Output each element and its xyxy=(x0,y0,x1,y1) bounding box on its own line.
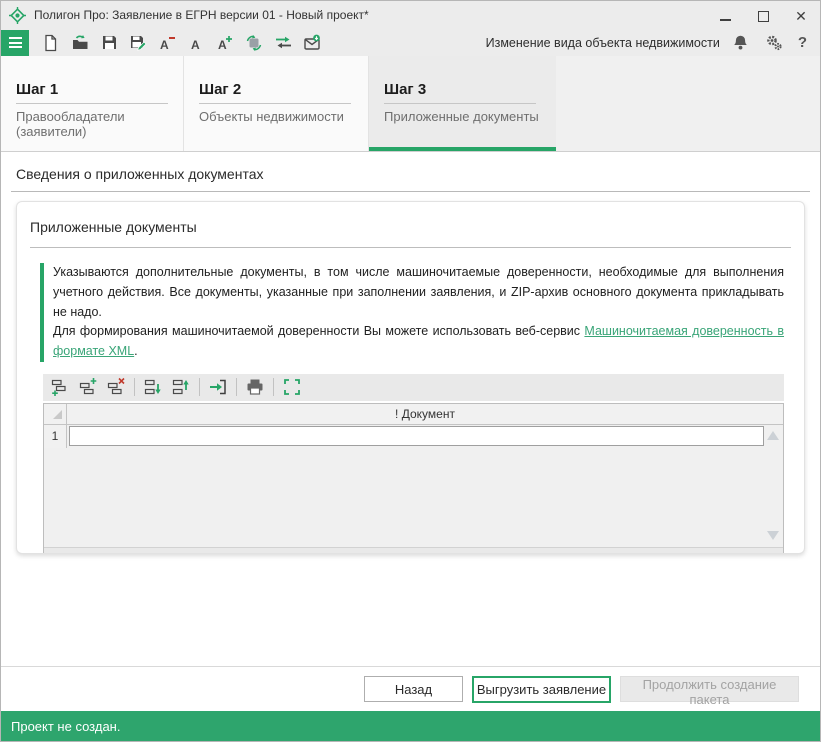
print-icon xyxy=(247,379,263,395)
info-paragraph-2: Для формирования машиночитаемой доверенн… xyxy=(53,324,785,358)
toolbar-separator xyxy=(273,378,274,397)
save-icon xyxy=(102,36,116,49)
wizard-tabs: Шаг 1 Правообладатели (заявители) Шаг 2 … xyxy=(1,56,820,152)
section-title: Сведения о приложенных документах xyxy=(16,166,264,182)
font-reset-icon: A xyxy=(191,38,200,52)
document-input[interactable] xyxy=(69,425,764,446)
documents-table: ! Документ 1 xyxy=(43,402,784,553)
tab-step-2[interactable]: Шаг 2 Объекты недвижимости xyxy=(184,56,369,151)
move-row-up-button[interactable] xyxy=(169,375,193,399)
table-header-row: ! Документ xyxy=(44,403,783,425)
scroll-up-icon[interactable] xyxy=(767,430,779,440)
insert-row-button[interactable] xyxy=(76,375,100,399)
import-row-button[interactable] xyxy=(206,375,230,399)
main-toolbar: A A A Изменение вида объекта недвижимост… xyxy=(1,29,820,56)
back-button[interactable]: Назад xyxy=(364,676,463,702)
section-divider xyxy=(11,191,810,192)
send-mail-icon xyxy=(303,34,320,50)
tab-step-subtitle: Правообладатели (заявители) xyxy=(16,109,125,139)
horizontal-scrollbar[interactable] xyxy=(44,546,783,553)
save-button[interactable] xyxy=(97,31,121,55)
scroll-down-icon[interactable] xyxy=(767,530,779,540)
status-text: Проект не создан. xyxy=(11,718,121,734)
move-row-down-icon xyxy=(144,380,161,395)
tab-step-title: Шаг 3 xyxy=(384,81,536,104)
import-row-icon xyxy=(210,380,226,395)
send-mail-button[interactable] xyxy=(300,31,324,55)
open-folder-icon xyxy=(72,34,87,49)
delete-row-icon xyxy=(107,378,125,395)
svg-text:A: A xyxy=(160,38,169,52)
info-note: Указываются дополнительные документы, в … xyxy=(40,263,784,362)
tab-step-subtitle: Объекты недвижимости xyxy=(199,109,344,124)
svg-text:A: A xyxy=(191,38,200,52)
move-row-down-button[interactable] xyxy=(141,375,165,399)
save-edit-icon xyxy=(131,35,147,51)
select-all-corner-cell[interactable] xyxy=(44,403,67,424)
transfer-icon xyxy=(275,36,291,49)
context-caption: Изменение вида объекта недвижимости xyxy=(485,35,720,50)
app-window: Полигон Про: Заявление в ЕГРН версии 01 … xyxy=(0,0,821,742)
status-bar: Проект не создан. xyxy=(1,711,820,741)
font-decrease-icon: A xyxy=(160,36,175,52)
minimize-button[interactable] xyxy=(718,9,732,23)
font-increase-icon: A xyxy=(218,35,232,52)
help-button[interactable]: ? xyxy=(795,34,810,51)
notifications-button[interactable] xyxy=(729,31,753,55)
attached-documents-card: Приложенные документы Указываются дополн… xyxy=(16,201,805,554)
tabstrip-filler xyxy=(556,56,820,151)
toolbar-separator xyxy=(134,378,135,397)
settings-gears-icon xyxy=(767,35,782,50)
close-button[interactable]: ✕ xyxy=(794,9,808,23)
minimize-icon xyxy=(719,19,731,21)
expand-table-button[interactable] xyxy=(280,375,304,399)
new-document-button[interactable] xyxy=(39,31,63,55)
tab-step-title: Шаг 2 xyxy=(199,81,351,104)
new-document-icon xyxy=(45,34,57,51)
tab-step-title: Шаг 1 xyxy=(16,81,168,104)
font-decrease-button[interactable]: A xyxy=(155,31,179,55)
convert-xml-button[interactable] xyxy=(242,31,266,55)
open-project-button[interactable] xyxy=(68,31,92,55)
table-toolbar xyxy=(43,373,784,401)
card-title: Приложенные документы xyxy=(30,219,197,235)
add-row-icon xyxy=(51,380,66,397)
title-bar: Полигон Про: Заявление в ЕГРН версии 01 … xyxy=(1,1,820,29)
content-area: Сведения о приложенных документах Прилож… xyxy=(1,152,820,666)
font-increase-button[interactable]: A xyxy=(213,31,237,55)
svg-text:A: A xyxy=(218,38,227,52)
column-header-document: ! Документ xyxy=(395,406,455,421)
bell-icon xyxy=(734,35,748,50)
card-divider xyxy=(30,247,791,248)
continue-package-button-disabled: Продолжить создание пакета xyxy=(620,676,799,707)
upload-application-button[interactable]: Выгрузить заявление xyxy=(472,675,611,703)
info-paragraph-1: Указываются дополнительные документы, в … xyxy=(53,265,784,319)
maximize-icon xyxy=(757,10,769,22)
move-row-up-icon xyxy=(172,380,189,395)
toolbar-separator xyxy=(236,378,237,397)
delete-row-button[interactable] xyxy=(104,375,128,399)
maximize-button[interactable] xyxy=(756,9,770,23)
settings-button[interactable] xyxy=(762,31,786,55)
print-button[interactable] xyxy=(243,375,267,399)
close-icon: ✕ xyxy=(795,8,807,24)
font-reset-button[interactable]: A xyxy=(184,31,208,55)
app-logo-icon xyxy=(9,6,26,24)
tab-step-1[interactable]: Шаг 1 Правообладатели (заявители) xyxy=(1,56,184,151)
window-title: Полигон Про: Заявление в ЕГРН версии 01 … xyxy=(34,8,369,22)
toolbar-separator xyxy=(199,378,200,397)
insert-row-icon xyxy=(79,378,97,395)
row-number-cell[interactable]: 1 xyxy=(44,424,67,448)
transfer-button[interactable] xyxy=(271,31,295,55)
add-row-button[interactable] xyxy=(48,375,72,399)
footer-actions: Назад Выгрузить заявление Продолжить соз… xyxy=(1,666,820,711)
tab-step-subtitle: Приложенные документы xyxy=(384,109,539,124)
tab-step-3-active[interactable]: Шаг 3 Приложенные документы xyxy=(369,56,556,151)
save-as-button[interactable] xyxy=(126,31,150,55)
table-empty-area xyxy=(44,448,783,547)
expand-table-icon xyxy=(284,379,300,396)
hamburger-menu-button[interactable] xyxy=(1,29,29,56)
table-row: 1 xyxy=(44,424,783,448)
convert-xml-icon xyxy=(246,34,262,51)
